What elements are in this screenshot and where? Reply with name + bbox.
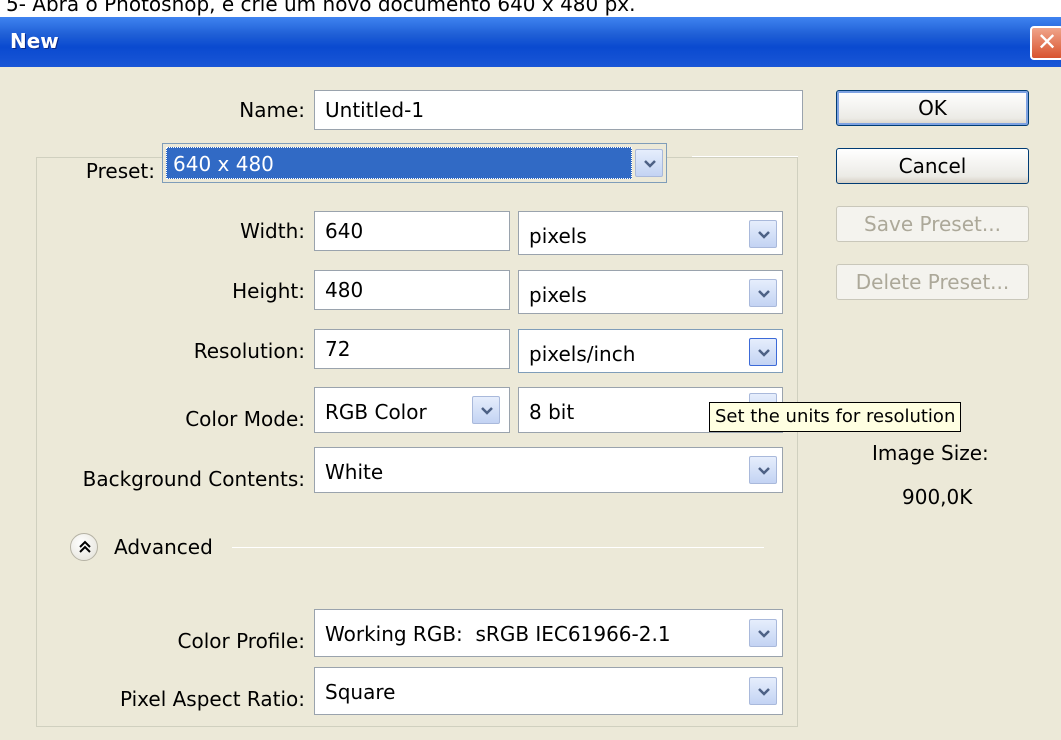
color-profile-select[interactable]: Working RGB: sRGB IEC61966-2.1 [314, 609, 783, 657]
width-input[interactable]: 640 [314, 211, 510, 251]
color-profile-dropdown-button[interactable] [749, 619, 777, 647]
pixel-aspect-ratio-dropdown-button[interactable] [749, 677, 777, 705]
resolution-label: Resolution: [193, 339, 305, 363]
image-size-label: Image Size: [872, 441, 989, 465]
width-unit-value: pixels [529, 224, 587, 248]
resolution-unit-tooltip: Set the units for resolution [709, 402, 962, 432]
advanced-label: Advanced [114, 535, 213, 559]
new-document-dialog: Name: Untitled-1 Preset: 640 x 480 Width… [0, 67, 1061, 740]
color-mode-dropdown-button[interactable] [472, 396, 500, 424]
color-mode-label: Color Mode: [185, 407, 305, 431]
preset-value-text: 640 x 480 [173, 152, 274, 176]
preset-rule [692, 156, 798, 157]
background-contents-dropdown-button[interactable] [749, 456, 777, 484]
chevron-down-icon [758, 290, 770, 298]
advanced-rule [232, 547, 764, 548]
pixel-aspect-ratio-select[interactable]: Square [314, 667, 783, 715]
height-unit-dropdown-button[interactable] [749, 279, 777, 307]
pixel-aspect-ratio-value: Square [325, 680, 396, 704]
pixel-aspect-ratio-label: Pixel Aspect Ratio: [120, 687, 305, 711]
preset-selected-value: 640 x 480 [166, 147, 632, 179]
background-contents-select[interactable]: White [314, 447, 783, 493]
height-input[interactable]: 480 [314, 270, 510, 310]
width-unit-select[interactable]: pixels [518, 211, 783, 255]
chevron-down-icon [758, 688, 770, 696]
advanced-toggle-button[interactable] [70, 533, 98, 561]
close-button[interactable]: ✕ [1030, 26, 1061, 60]
chevron-down-icon [758, 630, 770, 638]
name-input[interactable]: Untitled-1 [314, 90, 803, 130]
name-label: Name: [239, 98, 305, 122]
color-mode-value: RGB Color [325, 400, 427, 424]
page-caption: 5- Abra o Photoshop, e crie um novo docu… [6, 0, 636, 16]
resolution-unit-select[interactable]: pixels/inch [518, 329, 783, 373]
height-unit-value: pixels [529, 283, 587, 307]
preset-dropdown-button[interactable] [635, 149, 663, 177]
resolution-input[interactable]: 72 [314, 329, 510, 369]
window-titlebar[interactable]: New ✕ [0, 17, 1061, 67]
preset-label: Preset: [60, 159, 155, 183]
chevron-down-icon [758, 231, 770, 239]
double-chevron-up-icon [79, 540, 91, 553]
height-unit-select[interactable]: pixels [518, 270, 783, 314]
chevron-down-icon [481, 407, 493, 415]
color-mode-select[interactable]: RGB Color [314, 387, 510, 433]
resolution-unit-value: pixels/inch [529, 342, 636, 366]
color-profile-value: Working RGB: sRGB IEC61966-2.1 [325, 622, 671, 646]
height-label: Height: [232, 279, 305, 303]
chevron-down-icon [758, 467, 770, 475]
ok-button[interactable]: OK [836, 90, 1029, 126]
bit-depth-value: 8 bit [529, 400, 575, 424]
background-contents-value: White [325, 460, 384, 484]
save-preset-button[interactable]: Save Preset... [836, 206, 1029, 242]
cancel-button[interactable]: Cancel [836, 148, 1029, 184]
preset-select[interactable]: 640 x 480 [162, 143, 667, 183]
chevron-down-icon [758, 349, 770, 357]
width-unit-dropdown-button[interactable] [749, 220, 777, 248]
width-label: Width: [240, 219, 305, 243]
chevron-down-icon [644, 160, 656, 168]
image-size-value: 900,0K [902, 485, 973, 509]
window-title: New [10, 29, 59, 53]
delete-preset-button[interactable]: Delete Preset... [836, 264, 1029, 300]
close-icon: ✕ [1036, 28, 1058, 56]
color-profile-label: Color Profile: [177, 629, 306, 653]
resolution-unit-dropdown-button[interactable] [749, 338, 777, 366]
background-contents-label: Background Contents: [82, 467, 305, 491]
